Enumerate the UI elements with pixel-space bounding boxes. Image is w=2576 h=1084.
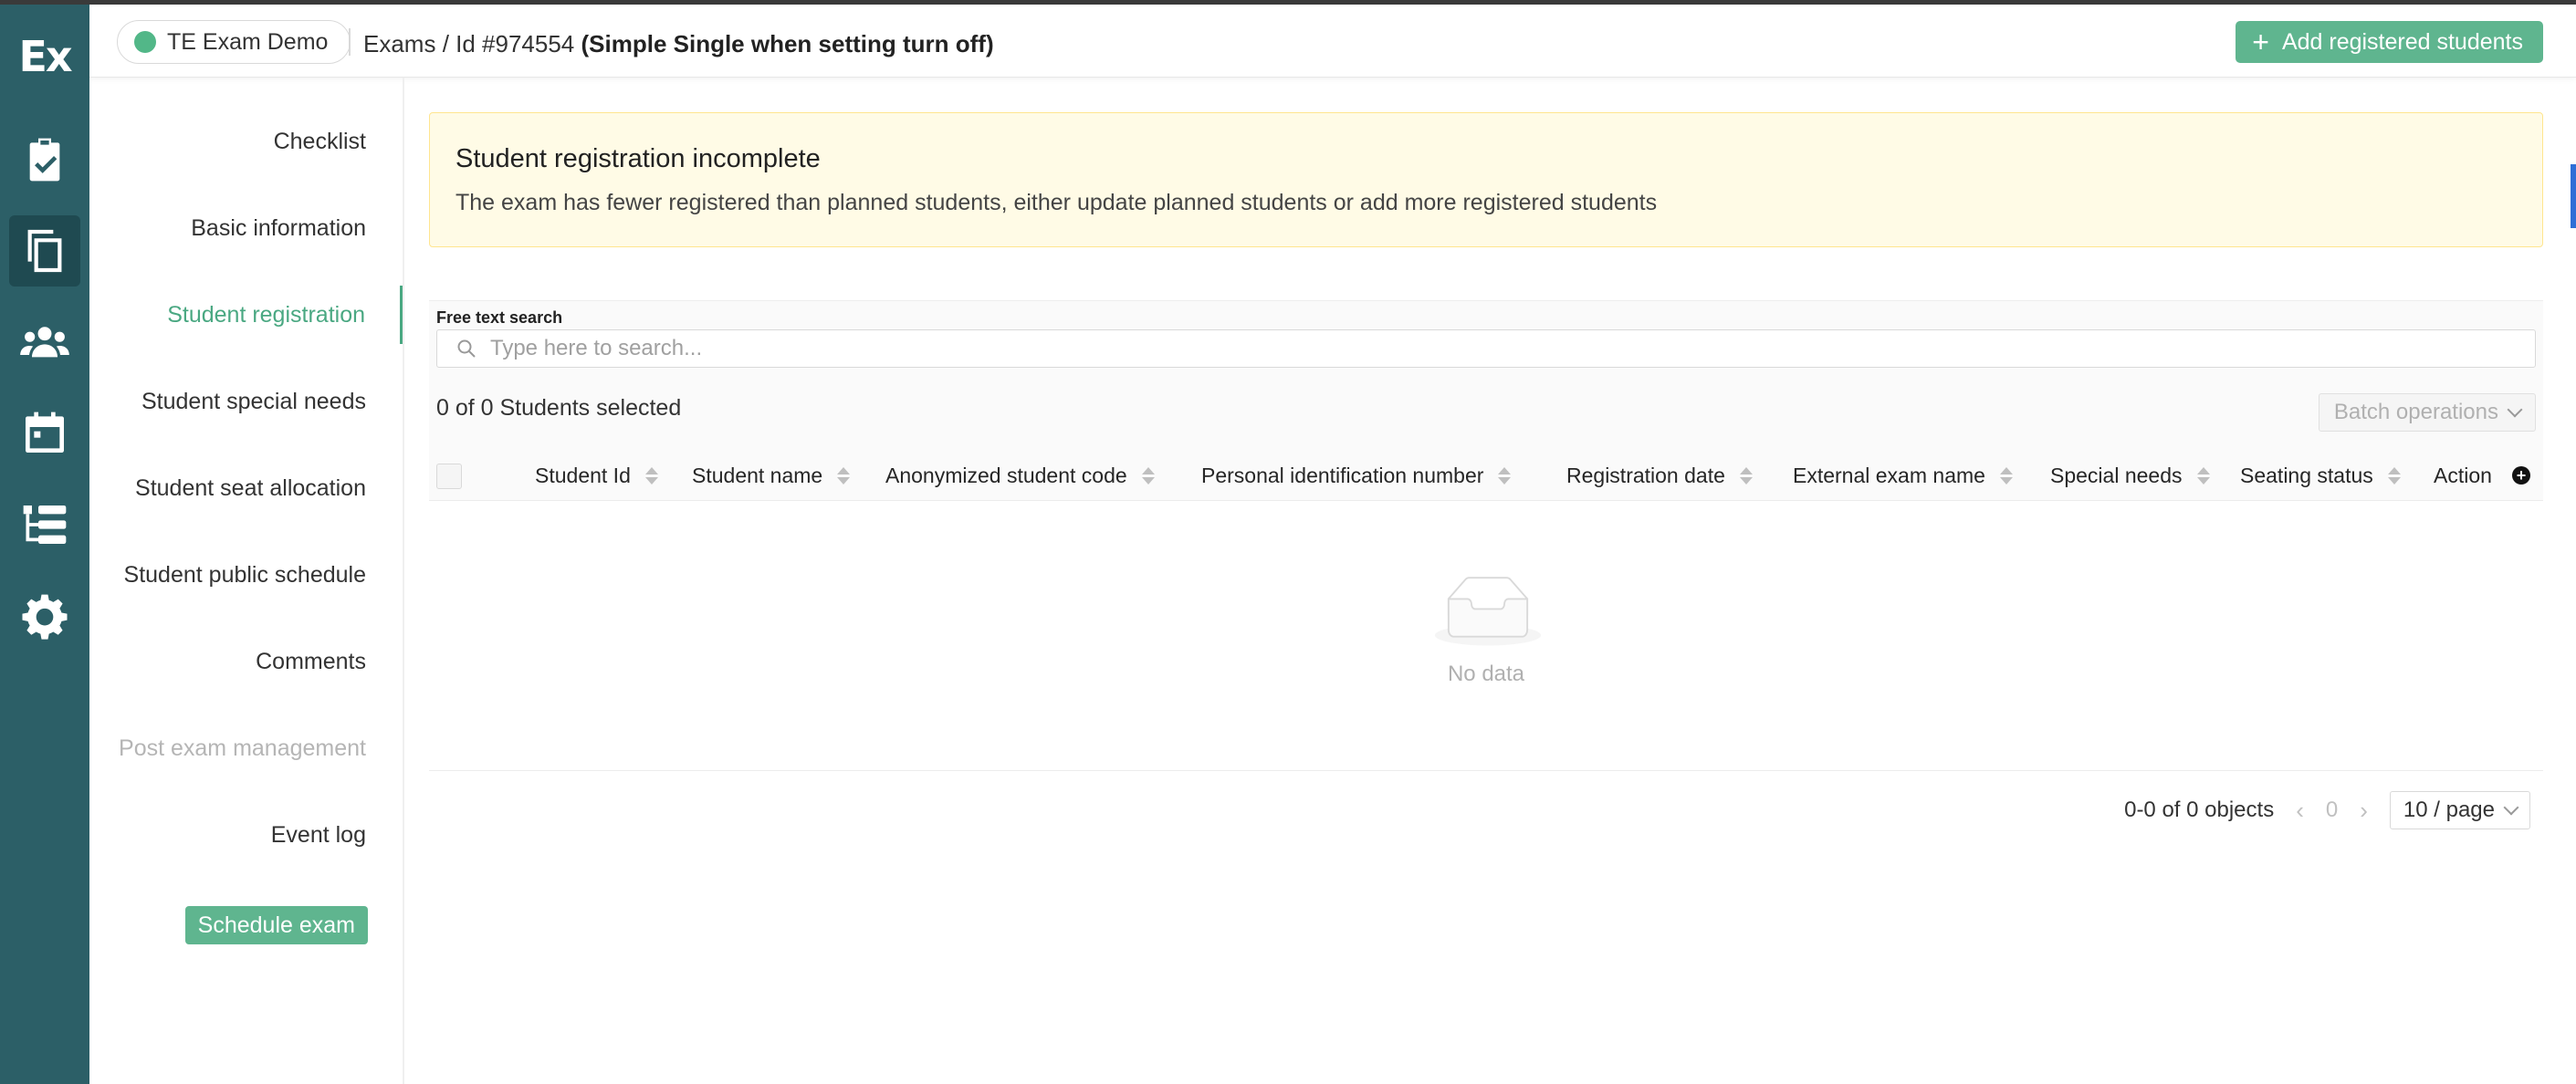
- sort-icon[interactable]: [1141, 466, 1155, 485]
- empty-inbox-icon: [1434, 577, 1542, 646]
- column-external-exam-name[interactable]: External exam name: [1793, 450, 2013, 501]
- filter-bar: Free text search: [429, 300, 2543, 375]
- table-header: Student Id Student name Anonymized stude…: [429, 450, 2543, 501]
- calendar-nav[interactable]: [9, 398, 80, 469]
- column-seating-status[interactable]: Seating status: [2240, 450, 2401, 501]
- column-label: Special needs: [2050, 463, 2183, 487]
- table-toolbar: 0 of 0 Students selected Batch operation…: [429, 375, 2543, 450]
- table-empty-state: No data: [429, 501, 2543, 771]
- add-registered-students-label: Add registered students: [2281, 28, 2523, 55]
- window-edge-accent: [2571, 164, 2576, 228]
- breadcrumb-divider: [349, 28, 351, 56]
- status-dot-icon: [134, 31, 156, 53]
- sort-icon[interactable]: [1739, 466, 1753, 485]
- sort-icon[interactable]: [2196, 466, 2210, 485]
- previous-page-icon[interactable]: ‹: [2296, 797, 2304, 825]
- hierarchy-nav[interactable]: [9, 489, 80, 560]
- org-selector[interactable]: TE Exam Demo: [117, 20, 351, 64]
- free-text-search-label: Free text search: [436, 308, 563, 327]
- column-anonymized-student-code[interactable]: Anonymized student code: [885, 450, 1155, 501]
- column-label: Anonymized student code: [885, 463, 1127, 487]
- column-label: Action: [2434, 463, 2492, 487]
- search-icon: [457, 339, 476, 358]
- gear-icon: [22, 594, 68, 640]
- breadcrumb-exam-title: (Simple Single when setting turn off): [581, 30, 994, 57]
- top-header: TE Exam Demo Exams / Id #974554 (Simple …: [89, 5, 2576, 78]
- nav-basic-information[interactable]: Basic information: [88, 199, 403, 257]
- settings-nav[interactable]: [9, 580, 80, 651]
- select-all-checkbox[interactable]: [436, 464, 462, 489]
- registration-warning-alert: Student registration incomplete The exam…: [429, 112, 2543, 247]
- hierarchy-list-icon: [23, 506, 67, 544]
- empty-state-text: No data: [1447, 662, 1525, 686]
- column-label: External exam name: [1793, 463, 1985, 487]
- next-page-icon[interactable]: ›: [2360, 797, 2368, 825]
- nav-student-seat-allocation[interactable]: Student seat allocation: [88, 459, 403, 517]
- nav-post-exam-management: Post exam management: [119, 735, 366, 761]
- alert-message: The exam has fewer registered than plann…: [456, 190, 1658, 215]
- pagination-summary: 0-0 of 0 objects: [2124, 797, 2275, 822]
- chevron-down-icon: [2507, 401, 2523, 418]
- breadcrumb-exam-id: / Id #974554: [435, 30, 581, 57]
- batch-operations-label: Batch operations: [2333, 400, 2498, 424]
- column-label: Registration date: [1566, 463, 1725, 487]
- checklist-nav[interactable]: [9, 124, 80, 195]
- add-registered-students-button[interactable]: + Add registered students: [2236, 21, 2543, 63]
- alert-title: Student registration incomplete: [456, 144, 821, 173]
- users-icon: [20, 327, 69, 358]
- nav-student-special-needs[interactable]: Student special needs: [88, 372, 403, 431]
- current-page[interactable]: 0: [2326, 797, 2338, 823]
- nav-student-public-schedule[interactable]: Student public schedule: [88, 546, 403, 604]
- selection-count: 0 of 0 Students selected: [436, 395, 682, 421]
- page-size-value: 10 / page: [2403, 797, 2495, 822]
- copy-icon: [27, 229, 62, 273]
- column-action: Action: [2434, 450, 2492, 501]
- search-input[interactable]: [490, 336, 2498, 361]
- column-label: Personal identification number: [1201, 463, 1484, 487]
- column-registration-date[interactable]: Registration date: [1566, 450, 1753, 501]
- schedule-exam-button[interactable]: Schedule exam: [184, 906, 368, 944]
- nav-event-log[interactable]: Event log: [88, 806, 403, 864]
- plus-icon: +: [2252, 26, 2269, 58]
- sort-icon[interactable]: [1999, 466, 2013, 485]
- sort-icon[interactable]: [2387, 466, 2401, 485]
- page-size-select[interactable]: 10 / page: [2389, 791, 2530, 829]
- exams-nav[interactable]: [9, 215, 80, 287]
- breadcrumb-exams-link[interactable]: Exams: [363, 30, 435, 57]
- search-box[interactable]: [436, 329, 2536, 368]
- calendar-icon: [26, 412, 64, 453]
- sort-icon[interactable]: [1498, 466, 1512, 485]
- column-special-needs[interactable]: Special needs: [2050, 450, 2210, 501]
- app-rail: Ex: [0, 5, 89, 1084]
- org-name: TE Exam Demo: [167, 28, 329, 55]
- app-logo[interactable]: Ex: [0, 32, 89, 81]
- column-label: Seating status: [2240, 463, 2373, 487]
- exam-section-nav: Checklist Basic information Student regi…: [89, 78, 404, 1084]
- column-student-id[interactable]: Student Id: [535, 450, 658, 501]
- nav-student-registration[interactable]: Student registration: [88, 286, 403, 344]
- sort-icon[interactable]: [837, 466, 851, 485]
- column-student-name[interactable]: Student name: [692, 450, 851, 501]
- batch-operations-dropdown[interactable]: Batch operations: [2318, 393, 2536, 432]
- column-label: Student Id: [535, 463, 631, 487]
- clipboard-check-icon: [29, 138, 60, 182]
- column-personal-identification-number[interactable]: Personal identification number: [1201, 450, 1512, 501]
- pagination: 0-0 of 0 objects ‹ 0 › 10 / page: [2124, 791, 2530, 829]
- students-nav[interactable]: [9, 307, 80, 378]
- column-label: Student name: [692, 463, 823, 487]
- add-column-icon[interactable]: +: [2512, 466, 2530, 485]
- breadcrumb: Exams / Id #974554 (Simple Single when s…: [363, 30, 994, 58]
- chevron-down-icon: [2503, 799, 2519, 816]
- nav-checklist[interactable]: Checklist: [88, 112, 403, 171]
- nav-comments[interactable]: Comments: [88, 632, 403, 691]
- sort-icon[interactable]: [644, 466, 658, 485]
